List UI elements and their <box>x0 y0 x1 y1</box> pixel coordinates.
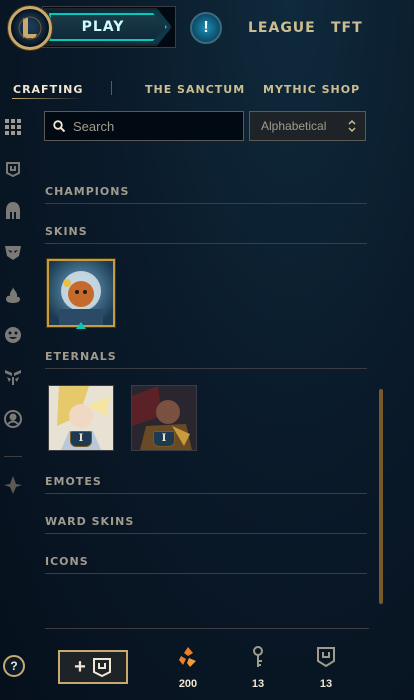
section-ward-skins[interactable]: WARD SKINS <box>45 515 134 528</box>
search-icon <box>53 120 65 132</box>
active-tab-underline <box>12 98 84 99</box>
key-icon <box>253 646 263 667</box>
help-icon: ? <box>10 659 18 673</box>
eternal-badge: I <box>153 431 175 447</box>
play-label: PLAY <box>81 19 125 35</box>
section-skins[interactable]: SKINS <box>45 225 88 238</box>
shard-icon[interactable] <box>2 474 24 496</box>
eternal-badge: I <box>70 431 92 447</box>
search-input[interactable]: Search <box>44 111 244 141</box>
sort-dropdown[interactable]: Alphabetical <box>249 111 366 141</box>
mask-icon[interactable] <box>2 242 24 264</box>
nav-tft[interactable]: TFT <box>331 20 363 36</box>
selected-pointer-icon <box>76 322 86 329</box>
chest-icon <box>317 647 335 667</box>
plus-icon: + <box>74 655 86 678</box>
eternal-tile[interactable]: I <box>48 385 114 451</box>
section-icons[interactable]: ICONS <box>45 555 89 568</box>
sort-arrows-icon <box>348 119 356 133</box>
orange-essence-icon <box>179 647 196 667</box>
alert-button[interactable]: ! <box>190 12 222 44</box>
search-placeholder: Search <box>73 118 115 134</box>
scrollbar-thumb[interactable] <box>379 389 383 604</box>
eternal-tile[interactable]: I <box>131 385 197 451</box>
chest-icon <box>92 658 111 677</box>
rail-divider <box>4 456 22 457</box>
footer-divider <box>45 628 369 629</box>
tab-crafting[interactable]: CRAFTING <box>13 83 83 96</box>
orange-essence-currency: 200 <box>168 646 208 690</box>
add-chest-button[interactable]: + <box>58 650 128 684</box>
ward-icon[interactable] <box>2 366 24 388</box>
section-champions[interactable]: CHAMPIONS <box>45 185 129 198</box>
flame-icon[interactable] <box>2 284 24 306</box>
profile-icon[interactable] <box>2 408 24 430</box>
grid-icon[interactable] <box>2 116 24 138</box>
subnav-divider <box>111 81 112 95</box>
chest-value: 13 <box>319 678 333 690</box>
sort-value: Alphabetical <box>261 119 327 133</box>
help-button[interactable]: ? <box>3 655 25 677</box>
chest-currency: 13 <box>306 646 346 690</box>
key-currency: 13 <box>238 646 278 690</box>
section-emotes[interactable]: EMOTES <box>45 475 102 488</box>
nav-league[interactable]: LEAGUE <box>248 20 316 36</box>
chest-icon[interactable] <box>2 158 24 180</box>
play-button[interactable]: PLAY <box>44 8 172 46</box>
tab-the-sanctum[interactable]: THE SANCTUM <box>145 83 245 96</box>
skin-thumbnail <box>49 261 113 325</box>
skin-tile[interactable] <box>47 259 115 327</box>
section-eternals[interactable]: ETERNALS <box>45 350 117 363</box>
emote-icon[interactable] <box>2 324 24 346</box>
orange-essence-value: 200 <box>178 678 198 690</box>
key-value: 13 <box>251 678 265 690</box>
top-bar: PLAY ! LEAGUE TFT <box>0 0 414 60</box>
tab-mythic-shop[interactable]: MYTHIC SHOP <box>263 83 360 96</box>
helmet-icon[interactable] <box>2 200 24 222</box>
alert-icon: ! <box>203 19 209 36</box>
league-logo-icon[interactable] <box>8 6 52 50</box>
